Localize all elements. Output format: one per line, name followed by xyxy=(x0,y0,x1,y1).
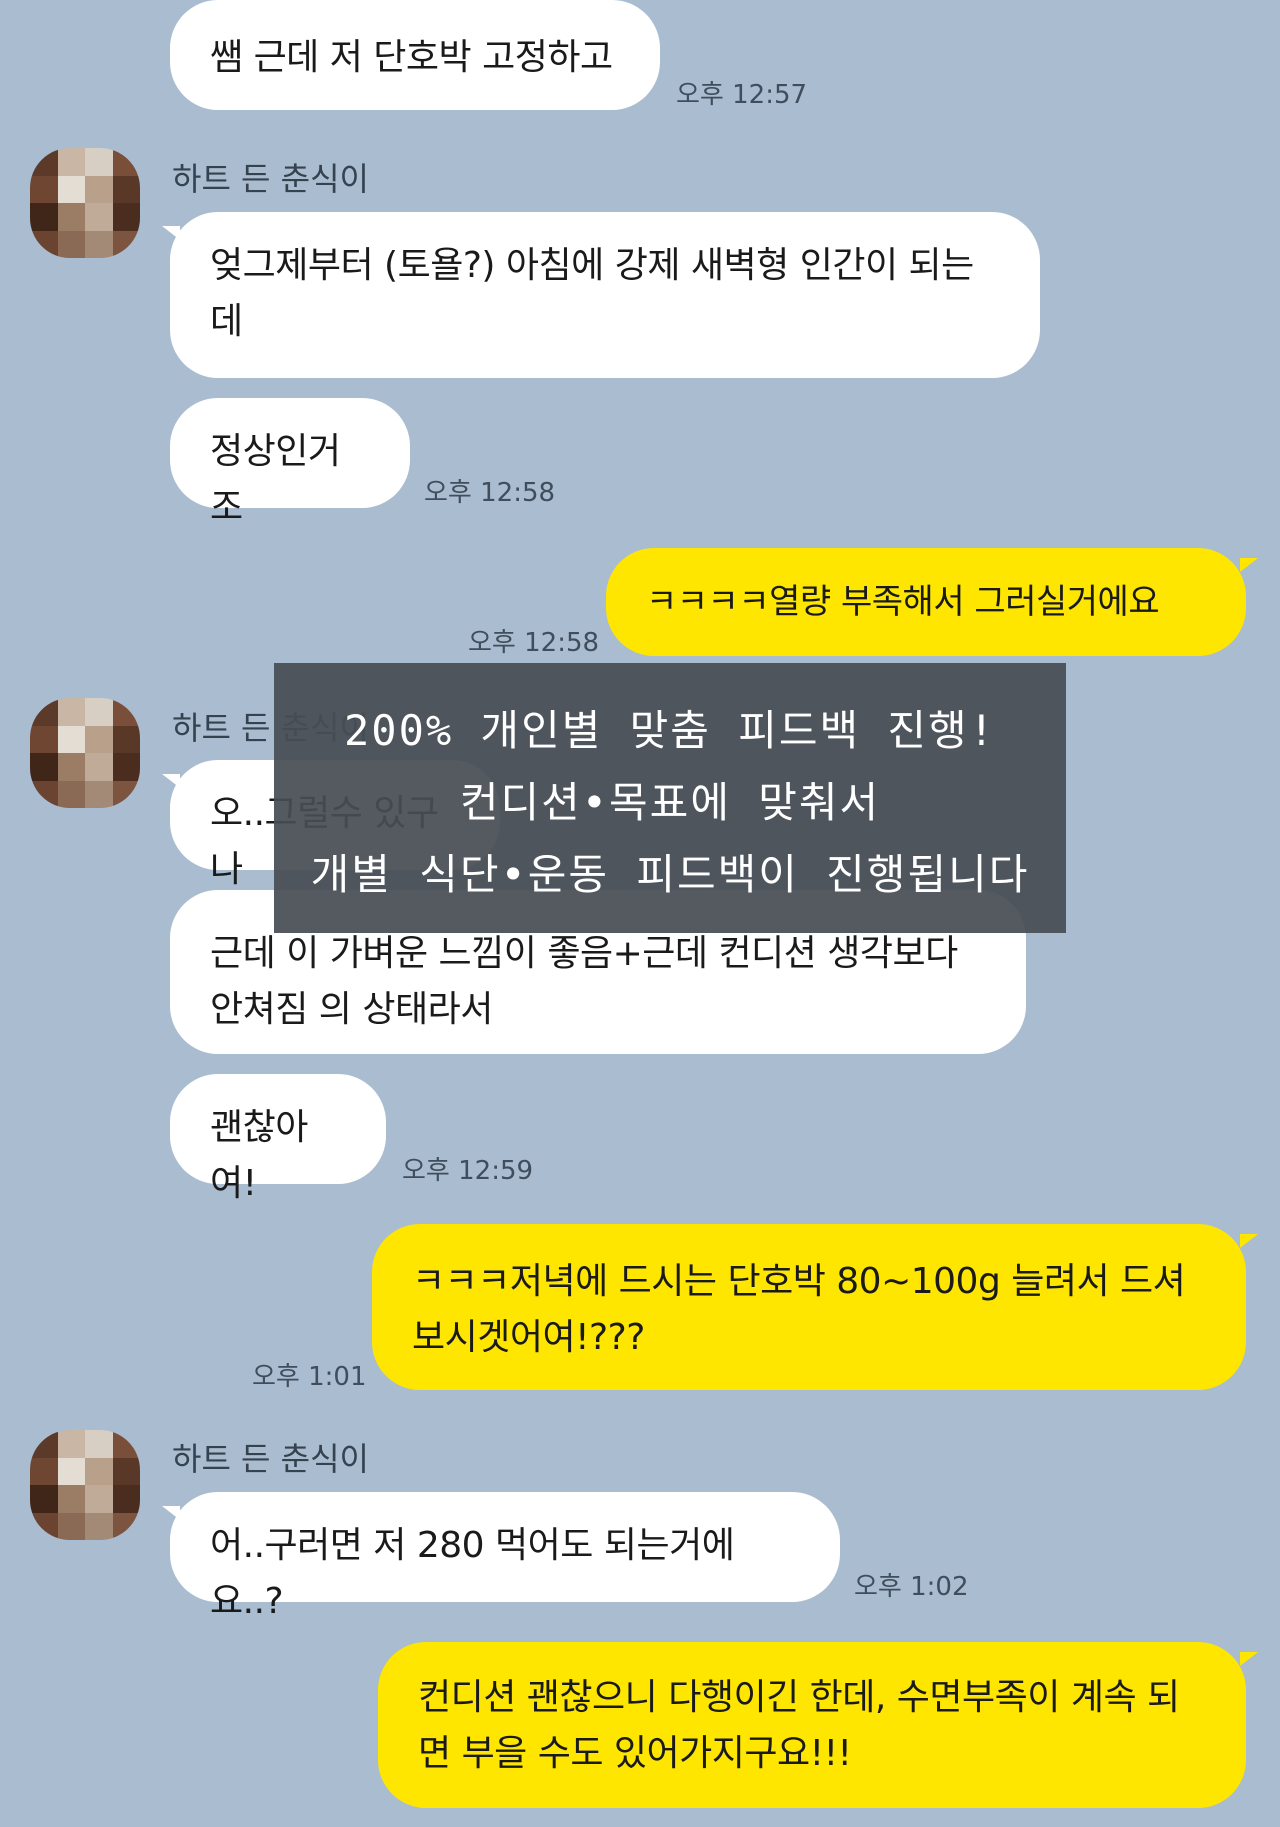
message-bubble-outgoing: 컨디션 괜찮으니 다행이긴 한데, 수면부족이 계속 되면 부을 수도 있어가지… xyxy=(378,1642,1258,1808)
message-text: 근데 이 가벼운 느낌이 좋음+근데 컨디션 생각보다 안쳐짐 의 상태라서 xyxy=(210,933,958,1030)
message-text: 쌤 근데 저 단호박 고정하고 xyxy=(210,37,613,78)
message-time: 오후 12:59 xyxy=(402,1156,534,1186)
sender-name: 하트 든 춘식이 xyxy=(172,160,369,198)
promo-overlay: 200% 개인별 맞춤 피드백 진행! 컨디션•목표에 맞춰서 개별 식단•운동… xyxy=(274,663,1066,933)
message-bubble-incoming: 쌤 근데 저 단호박 고정하고 xyxy=(170,0,660,110)
overlay-line-3: 개별 식단•운동 피드백이 진행됩니다 xyxy=(310,850,1030,899)
message-text: 정상인거조 xyxy=(210,431,341,528)
message-time: 오후 12:58 xyxy=(424,478,556,508)
message-time: 오후 1:01 xyxy=(252,1362,367,1392)
message-text: 어..구러면 저 280 먹어도 되는거에요..? xyxy=(210,1525,735,1622)
overlay-line-1: 200% 개인별 맞춤 피드백 진행! xyxy=(344,706,996,755)
chat-screen: { "theme": { "background": "#a9bcd0", "i… xyxy=(0,0,1280,1827)
message-bubble-incoming: 엊그제부터 (토욜?) 아침에 강제 새벽형 인간이 되는데 xyxy=(162,212,1040,378)
message-time: 오후 12:57 xyxy=(676,80,808,110)
message-bubble-incoming: 정상인거조 xyxy=(170,398,410,528)
message-bubble-incoming: 어..구러면 저 280 먹어도 되는거에요..? xyxy=(162,1492,840,1622)
avatar[interactable] xyxy=(30,1430,140,1540)
message-text: 컨디션 괜찮으니 다행이긴 한데, 수면부족이 계속 되면 부을 수도 있어가지… xyxy=(418,1677,1180,1774)
message-bubble-outgoing: ㅋㅋㅋㅋ열량 부족해서 그러실거에요 xyxy=(606,548,1258,656)
avatar[interactable] xyxy=(30,698,140,808)
message-text: 엊그제부터 (토욜?) 아침에 강제 새벽형 인간이 되는데 xyxy=(210,245,974,342)
message-bubble-incoming: 괜찮아여! xyxy=(170,1074,386,1204)
message-time: 오후 1:02 xyxy=(854,1572,969,1602)
message-text: ㅋㅋㅋㅋ열량 부족해서 그러실거에요 xyxy=(646,582,1160,622)
avatar[interactable] xyxy=(30,148,140,258)
message-text: 괜찮아여! xyxy=(210,1107,308,1204)
message-text: ㅋㅋㅋ저녁에 드시는 단호박 80~100g 늘려서 드셔보시겟어여!??? xyxy=(412,1261,1186,1358)
message-time: 오후 12:58 xyxy=(468,628,600,658)
message-bubble-outgoing: ㅋㅋㅋ저녁에 드시는 단호박 80~100g 늘려서 드셔보시겟어여!??? xyxy=(372,1224,1258,1390)
sender-name: 하트 든 춘식이 xyxy=(172,1440,369,1478)
overlay-line-2: 컨디션•목표에 맞춰서 xyxy=(459,778,881,827)
